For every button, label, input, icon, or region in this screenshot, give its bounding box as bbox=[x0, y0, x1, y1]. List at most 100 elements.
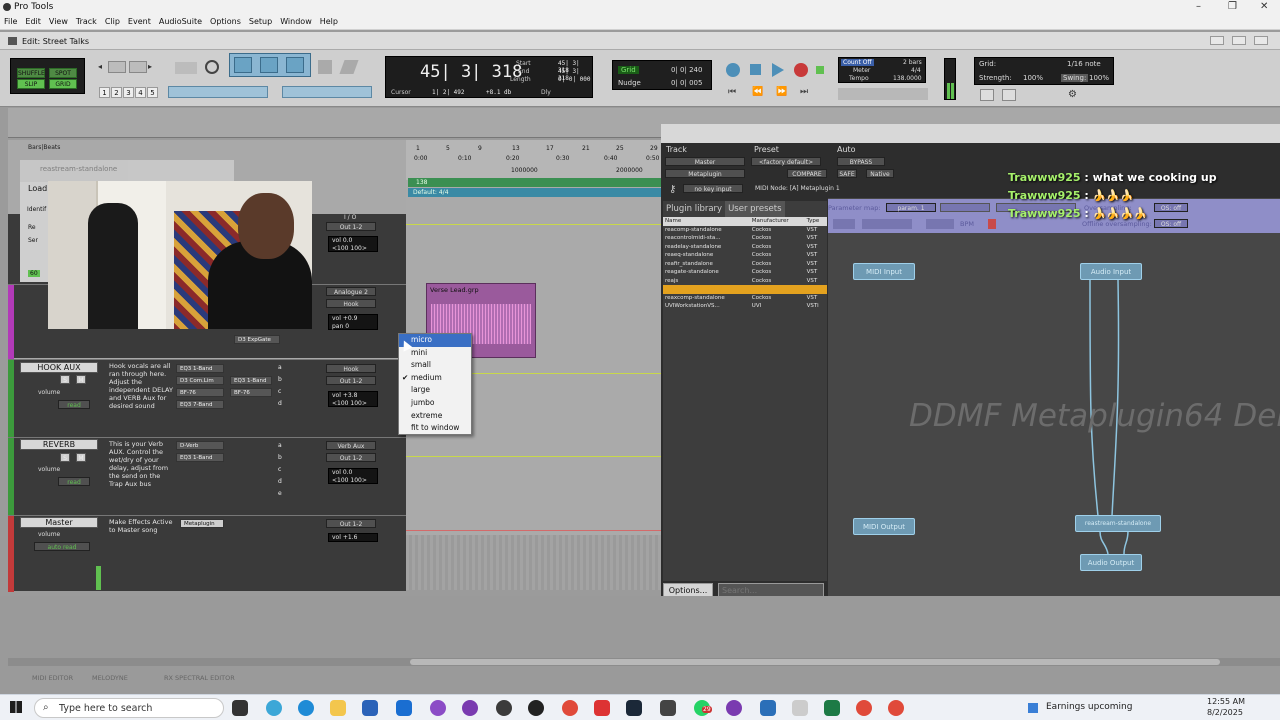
plugin-selector[interactable]: Metaplugin bbox=[665, 169, 745, 178]
tab-midi-editor[interactable]: MIDI EDITOR bbox=[32, 674, 73, 682]
track2-output[interactable]: Hook bbox=[326, 299, 376, 308]
spot-mode-button[interactable]: SPOT bbox=[49, 68, 77, 78]
track-comment[interactable]: Hook vocals are all ran through here. Ad… bbox=[109, 362, 175, 410]
send-b[interactable]: b bbox=[278, 454, 282, 461]
table-row[interactable]: reafir_standalone Cockos VST bbox=[663, 260, 827, 269]
solo-button[interactable]: S bbox=[60, 453, 70, 462]
send-c[interactable]: c bbox=[278, 388, 281, 395]
zoom-in-icon[interactable]: ▸ bbox=[148, 62, 156, 72]
clock-date[interactable]: 8/2/2025 bbox=[1207, 708, 1243, 717]
menu-event[interactable]: Event bbox=[124, 15, 155, 26]
midi-input-node[interactable]: MIDI Input bbox=[853, 263, 915, 280]
menu-audiosuite[interactable]: AudioSuite bbox=[155, 15, 206, 26]
file-explorer-icon[interactable] bbox=[330, 700, 346, 716]
key-input-selector[interactable]: no key input bbox=[683, 184, 743, 193]
task-view-icon[interactable] bbox=[232, 700, 248, 716]
menu-item-large[interactable]: large bbox=[399, 384, 471, 397]
settings-gear-icon[interactable]: ⚙ bbox=[1068, 89, 1082, 101]
track2-pan[interactable]: 0 bbox=[345, 323, 349, 330]
track1-output[interactable]: Out 1-2 bbox=[326, 222, 376, 231]
track-input[interactable]: Verb Aux bbox=[326, 441, 376, 450]
compare-button[interactable]: COMPARE bbox=[787, 169, 827, 178]
menu-window[interactable]: Window bbox=[276, 15, 316, 26]
audio-output-node[interactable]: Audio Output bbox=[1080, 554, 1142, 571]
maximize-button[interactable]: ❐ bbox=[1228, 1, 1237, 12]
online-icon[interactable] bbox=[726, 63, 740, 77]
table-row[interactable]: reacomp-standalone Cockos VST bbox=[663, 226, 827, 235]
menu-item-small[interactable]: small bbox=[399, 359, 471, 372]
send-a[interactable]: a bbox=[278, 442, 282, 449]
track2-insert[interactable]: D3 ExpGate bbox=[234, 335, 280, 344]
col-type[interactable]: Type bbox=[804, 217, 827, 226]
zoom-preset-3[interactable]: 3 bbox=[123, 87, 134, 98]
plugin-search-input[interactable] bbox=[718, 583, 824, 597]
track2-vol[interactable]: +0.9 bbox=[343, 315, 358, 322]
selector-tool-icon[interactable] bbox=[260, 57, 278, 73]
app-icon-6[interactable] bbox=[760, 700, 776, 716]
automation-mode[interactable]: read bbox=[58, 400, 90, 409]
track-vol-pan[interactable]: vol 0.0 <100 100> bbox=[328, 468, 378, 484]
table-row[interactable]: reagate-standalone Cockos VST bbox=[663, 268, 827, 277]
insert-a[interactable]: Metaplugin bbox=[180, 519, 224, 528]
horizontal-zoom-icon[interactable] bbox=[108, 61, 126, 73]
swing-value[interactable]: 100% bbox=[1089, 74, 1109, 82]
dly-label[interactable]: Dly bbox=[541, 89, 551, 96]
insert-c[interactable]: BF-76 bbox=[176, 388, 224, 397]
scrubber-tool-icon[interactable] bbox=[318, 60, 332, 74]
track2-vol-pan[interactable]: vol +0.9 pan 0 bbox=[328, 314, 378, 330]
zoom-preset-2[interactable]: 2 bbox=[111, 87, 122, 98]
menu-item-medium[interactable]: ✔ medium bbox=[399, 372, 471, 385]
record-icon[interactable] bbox=[794, 63, 808, 77]
edit-minimize-button[interactable] bbox=[1210, 36, 1224, 45]
chrome-icon-3[interactable] bbox=[888, 700, 904, 716]
track2-input[interactable]: Analogue 2 bbox=[326, 287, 376, 296]
meter-value[interactable]: 4/4 bbox=[911, 67, 921, 74]
track-input[interactable]: Hook bbox=[326, 364, 376, 373]
reastream-load[interactable]: Load bbox=[28, 184, 47, 193]
excel-icon[interactable] bbox=[824, 700, 840, 716]
strength-value[interactable]: 100% bbox=[1023, 74, 1043, 82]
track-selector[interactable]: Master bbox=[665, 157, 745, 166]
chrome-icon[interactable] bbox=[562, 700, 578, 716]
track-pan[interactable]: <100 100> bbox=[332, 400, 367, 407]
menu-clip[interactable]: Clip bbox=[101, 15, 124, 26]
app-icon-3[interactable] bbox=[496, 700, 512, 716]
track1-pan[interactable]: <100 100> bbox=[332, 245, 367, 252]
shuffle-mode-button[interactable]: SHUFFLE bbox=[17, 68, 45, 78]
table-row[interactable]: reacontrolmidi-sta... Cockos VST bbox=[663, 234, 827, 243]
tab-user-presets[interactable]: User presets bbox=[725, 201, 785, 217]
track-output[interactable]: Out 1-2 bbox=[326, 376, 376, 385]
track-comment[interactable]: This is your Verb AUX. Control the wet/d… bbox=[109, 440, 175, 488]
magnifier-icon[interactable] bbox=[205, 60, 219, 74]
steam-icon[interactable] bbox=[626, 700, 642, 716]
quantize-icon[interactable] bbox=[980, 89, 994, 101]
scrollbar-thumb[interactable] bbox=[410, 659, 1220, 665]
table-row[interactable]: readelay-standalone Cockos VST bbox=[663, 243, 827, 252]
safe-button[interactable]: SAFE bbox=[837, 169, 857, 178]
clock-time[interactable]: 12:55 AM bbox=[1207, 697, 1245, 706]
grid-mode-label[interactable]: Grid bbox=[618, 66, 639, 74]
insert-a[interactable]: D-Verb bbox=[176, 441, 224, 450]
app-icon-2[interactable] bbox=[462, 700, 478, 716]
loop-record-icon[interactable] bbox=[816, 66, 824, 74]
table-row[interactable]: reaeq-standalone Cockos VST bbox=[663, 251, 827, 260]
midi-output-node[interactable]: MIDI Output bbox=[853, 518, 915, 535]
reastream-node[interactable]: reastream-standalone bbox=[1075, 515, 1161, 532]
menu-item-extreme[interactable]: extreme bbox=[399, 410, 471, 423]
app-icon-7[interactable] bbox=[792, 700, 808, 716]
insert-b[interactable]: EQ3 1-Band bbox=[176, 453, 224, 462]
zoom-preset-4[interactable]: 4 bbox=[135, 87, 146, 98]
menu-item-jumbo[interactable]: jumbo bbox=[399, 397, 471, 410]
send-b[interactable]: b bbox=[278, 376, 282, 383]
insert-d[interactable]: EQ3 7-Band bbox=[176, 400, 224, 409]
minimize-button[interactable]: – bbox=[1196, 1, 1201, 12]
adobe-icon[interactable] bbox=[594, 700, 610, 716]
rewind-to-start-icon[interactable]: ⏮ bbox=[728, 87, 736, 97]
zoom-out-icon[interactable]: ◂ bbox=[98, 62, 106, 72]
track-comment[interactable]: Make Effects Active to Master song bbox=[109, 518, 175, 534]
outlook-icon[interactable] bbox=[396, 700, 412, 716]
zoom-preset-1[interactable]: 1 bbox=[99, 87, 110, 98]
trim-tool-icon[interactable] bbox=[234, 57, 252, 73]
track-vol[interactable]: vol +1.6 bbox=[328, 533, 378, 542]
track-output[interactable]: Out 1-2 bbox=[326, 519, 376, 528]
